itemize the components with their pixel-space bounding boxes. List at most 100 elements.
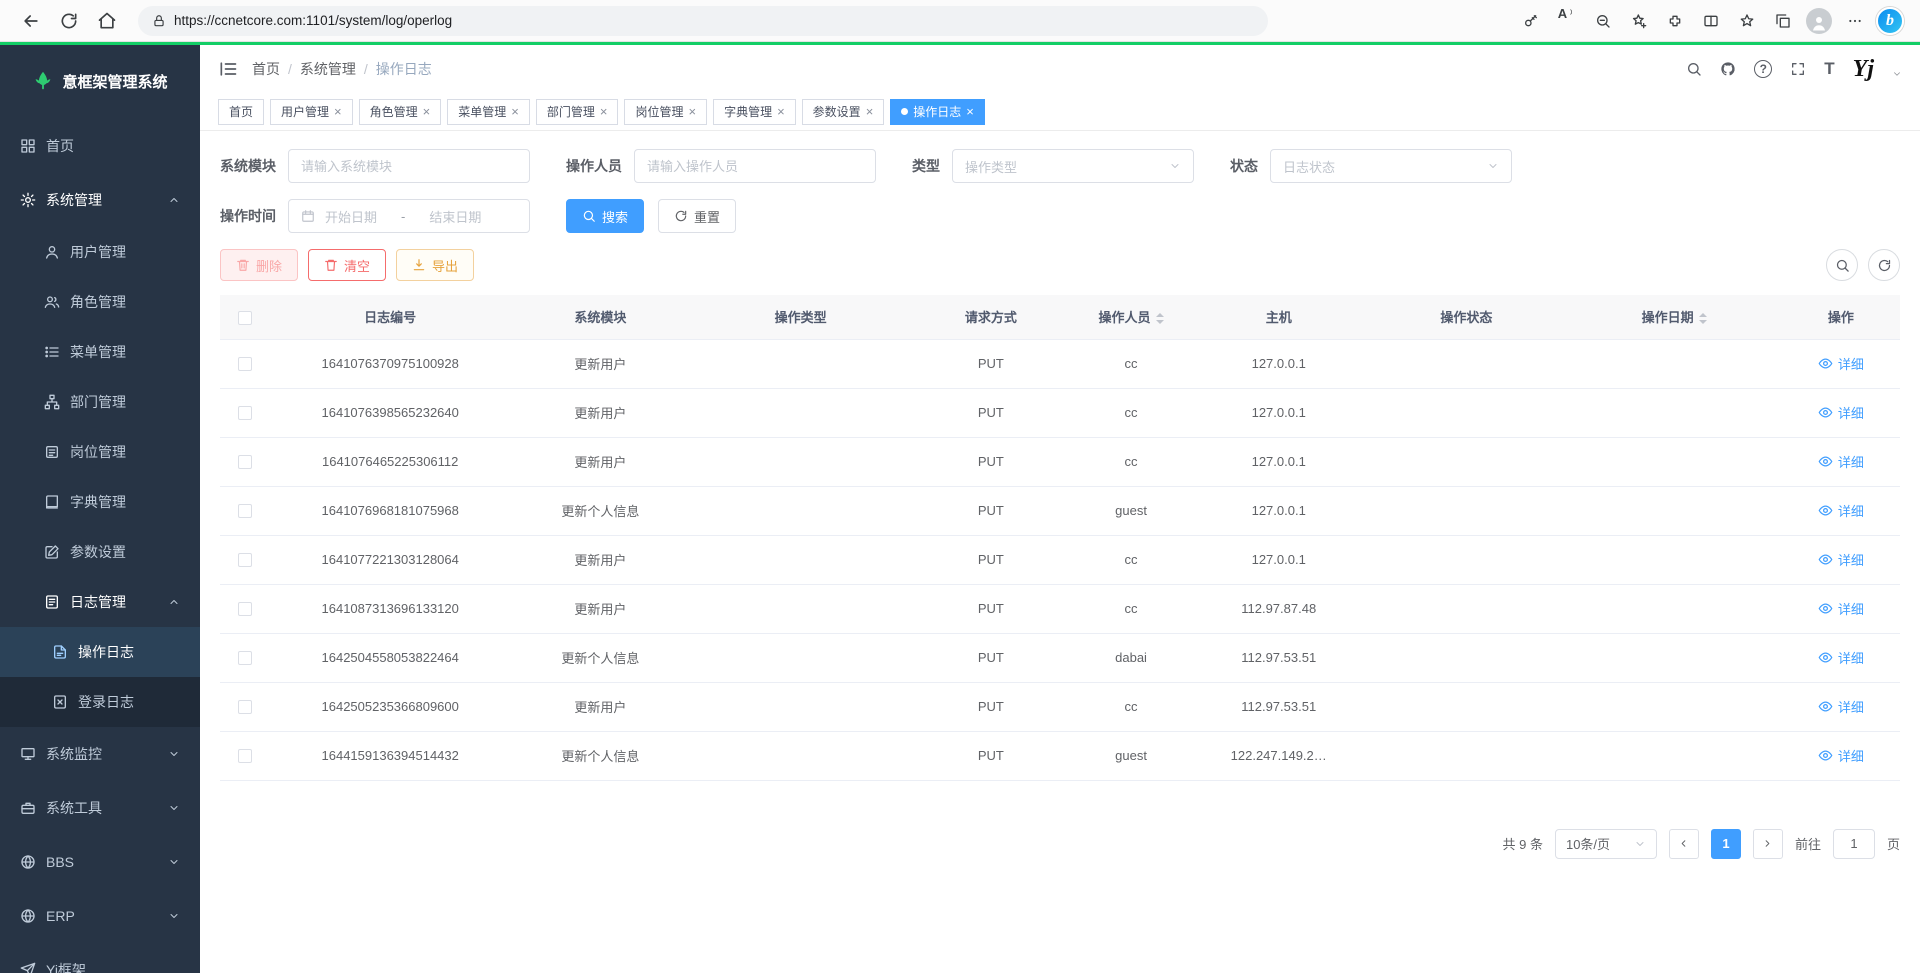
sidebar-item-menu-mgmt[interactable]: 菜单管理 bbox=[0, 327, 200, 377]
sidebar-item-sys-monitor[interactable]: 系统监控 bbox=[0, 727, 200, 781]
fullscreen-icon[interactable] bbox=[1790, 61, 1806, 77]
sidebar-item-dept-mgmt[interactable]: 部门管理 bbox=[0, 377, 200, 427]
sidebar-item-sys-tools[interactable]: 系统工具 bbox=[0, 781, 200, 835]
detail-link[interactable]: 详细 bbox=[1818, 403, 1864, 422]
detail-link[interactable]: 详细 bbox=[1818, 501, 1864, 520]
next-page-button[interactable] bbox=[1753, 829, 1783, 859]
clear-button[interactable]: 清空 bbox=[308, 249, 386, 281]
breadcrumb-item[interactable]: 首页 bbox=[252, 59, 280, 79]
row-checkbox[interactable] bbox=[238, 357, 252, 371]
row-checkbox[interactable] bbox=[238, 504, 252, 518]
detail-link[interactable]: 详细 bbox=[1818, 550, 1864, 569]
detail-link[interactable]: 详细 bbox=[1818, 697, 1864, 716]
date-range-picker[interactable]: 开始日期 - 结束日期 bbox=[288, 199, 530, 233]
row-checkbox[interactable] bbox=[238, 553, 252, 567]
sidebar-item-post-mgmt[interactable]: 岗位管理 bbox=[0, 427, 200, 477]
tab-close-icon[interactable]: × bbox=[334, 105, 342, 118]
prev-page-button[interactable] bbox=[1669, 829, 1699, 859]
select-all-checkbox[interactable] bbox=[238, 311, 252, 325]
col-date[interactable]: 操作日期 bbox=[1567, 295, 1782, 339]
collapse-sidebar-button[interactable] bbox=[218, 59, 238, 79]
sort-icon[interactable] bbox=[1156, 313, 1164, 324]
operator-input[interactable] bbox=[634, 149, 876, 183]
help-icon[interactable]: ? bbox=[1754, 60, 1772, 78]
sidebar-item-yi-framework[interactable]: Yi框架 bbox=[0, 943, 200, 973]
profile-button[interactable] bbox=[1804, 6, 1834, 36]
sidebar-item-login-log[interactable]: 登录日志 bbox=[0, 677, 200, 727]
detail-link[interactable]: 详细 bbox=[1818, 354, 1864, 373]
col-operator[interactable]: 操作人员 bbox=[1071, 295, 1191, 339]
tab-close-icon[interactable]: × bbox=[966, 105, 974, 118]
address-bar[interactable]: https://ccnetcore.com:1101/system/log/op… bbox=[138, 6, 1268, 36]
search-button[interactable]: 搜索 bbox=[566, 199, 644, 233]
sidebar-item-log-mgmt[interactable]: 日志管理 bbox=[0, 577, 200, 627]
github-icon[interactable] bbox=[1720, 61, 1736, 77]
page-size-select[interactable]: 10条/页 bbox=[1555, 829, 1657, 859]
module-input[interactable] bbox=[288, 149, 530, 183]
back-button[interactable] bbox=[16, 6, 46, 36]
zoom-button[interactable] bbox=[1588, 6, 1618, 36]
sidebar-item-user-mgmt[interactable]: 用户管理 bbox=[0, 227, 200, 277]
export-button[interactable]: 导出 bbox=[396, 249, 474, 281]
sidebar-item-erp[interactable]: ERP bbox=[0, 889, 200, 943]
read-aloud-button[interactable]: A bbox=[1552, 6, 1582, 36]
tab-post-mgmt[interactable]: 岗位管理× bbox=[624, 99, 707, 125]
sidebar-item-oper-log[interactable]: 操作日志 bbox=[0, 627, 200, 677]
detail-link[interactable]: 详细 bbox=[1818, 648, 1864, 667]
breadcrumb-item[interactable]: 系统管理 bbox=[300, 59, 356, 79]
tab-param-settings[interactable]: 参数设置× bbox=[802, 99, 885, 125]
tab-close-icon[interactable]: × bbox=[511, 105, 519, 118]
show-search-button[interactable] bbox=[1826, 249, 1858, 281]
tab-oper-log[interactable]: 操作日志× bbox=[890, 99, 985, 125]
row-checkbox[interactable] bbox=[238, 700, 252, 714]
detail-link[interactable]: 详细 bbox=[1818, 746, 1864, 765]
row-checkbox[interactable] bbox=[238, 455, 252, 469]
collections-button[interactable] bbox=[1768, 6, 1798, 36]
add-favorite-button[interactable] bbox=[1624, 6, 1654, 36]
chevron-down-icon[interactable] bbox=[1892, 69, 1902, 79]
tab-user-mgmt[interactable]: 用户管理× bbox=[270, 99, 353, 125]
tab-close-icon[interactable]: × bbox=[600, 105, 608, 118]
search-icon[interactable] bbox=[1686, 61, 1702, 77]
home-button[interactable] bbox=[92, 6, 122, 36]
favorites-button[interactable] bbox=[1732, 6, 1762, 36]
user-logo-badge[interactable]: Yj bbox=[1853, 57, 1874, 81]
split-screen-button[interactable] bbox=[1696, 6, 1726, 36]
browser-menu-button[interactable] bbox=[1840, 6, 1870, 36]
tab-close-icon[interactable]: × bbox=[423, 105, 431, 118]
goto-page-input[interactable] bbox=[1833, 829, 1875, 859]
type-select[interactable]: 操作类型 bbox=[952, 149, 1194, 183]
sidebar-item-home[interactable]: 首页 bbox=[0, 119, 200, 173]
status-select[interactable]: 日志状态 bbox=[1270, 149, 1512, 183]
tab-close-icon[interactable]: × bbox=[866, 105, 874, 118]
detail-link[interactable]: 详细 bbox=[1818, 452, 1864, 471]
detail-link[interactable]: 详细 bbox=[1818, 599, 1864, 618]
tab-role-mgmt[interactable]: 角色管理× bbox=[359, 99, 442, 125]
refresh-button[interactable] bbox=[54, 6, 84, 36]
sort-icon[interactable] bbox=[1699, 313, 1707, 324]
tab-close-icon[interactable]: × bbox=[688, 105, 696, 118]
row-checkbox[interactable] bbox=[238, 602, 252, 616]
sidebar-item-dict-mgmt[interactable]: 字典管理 bbox=[0, 477, 200, 527]
sidebar-item-bbs[interactable]: BBS bbox=[0, 835, 200, 889]
password-key-button[interactable] bbox=[1516, 6, 1546, 36]
tab-close-icon[interactable]: × bbox=[777, 105, 785, 118]
text-size-icon[interactable]: T bbox=[1824, 59, 1834, 79]
tab-menu-mgmt[interactable]: 菜单管理× bbox=[447, 99, 530, 125]
extensions-button[interactable] bbox=[1660, 6, 1690, 36]
page-number-button[interactable]: 1 bbox=[1711, 829, 1741, 859]
tab-dict-mgmt[interactable]: 字典管理× bbox=[713, 99, 796, 125]
reset-button[interactable]: 重置 bbox=[658, 199, 736, 233]
delete-button[interactable]: 删除 bbox=[220, 249, 298, 281]
sidebar-item-role-mgmt[interactable]: 角色管理 bbox=[0, 277, 200, 327]
monitor-icon bbox=[20, 746, 36, 762]
sidebar-item-system-mgmt[interactable]: 系统管理 bbox=[0, 173, 200, 227]
bing-icon[interactable]: b bbox=[1876, 7, 1904, 35]
tab-dept-mgmt[interactable]: 部门管理× bbox=[536, 99, 619, 125]
row-checkbox[interactable] bbox=[238, 651, 252, 665]
sidebar-item-param-settings[interactable]: 参数设置 bbox=[0, 527, 200, 577]
refresh-table-button[interactable] bbox=[1868, 249, 1900, 281]
row-checkbox[interactable] bbox=[238, 749, 252, 763]
row-checkbox[interactable] bbox=[238, 406, 252, 420]
tab-home[interactable]: 首页 bbox=[218, 99, 264, 125]
